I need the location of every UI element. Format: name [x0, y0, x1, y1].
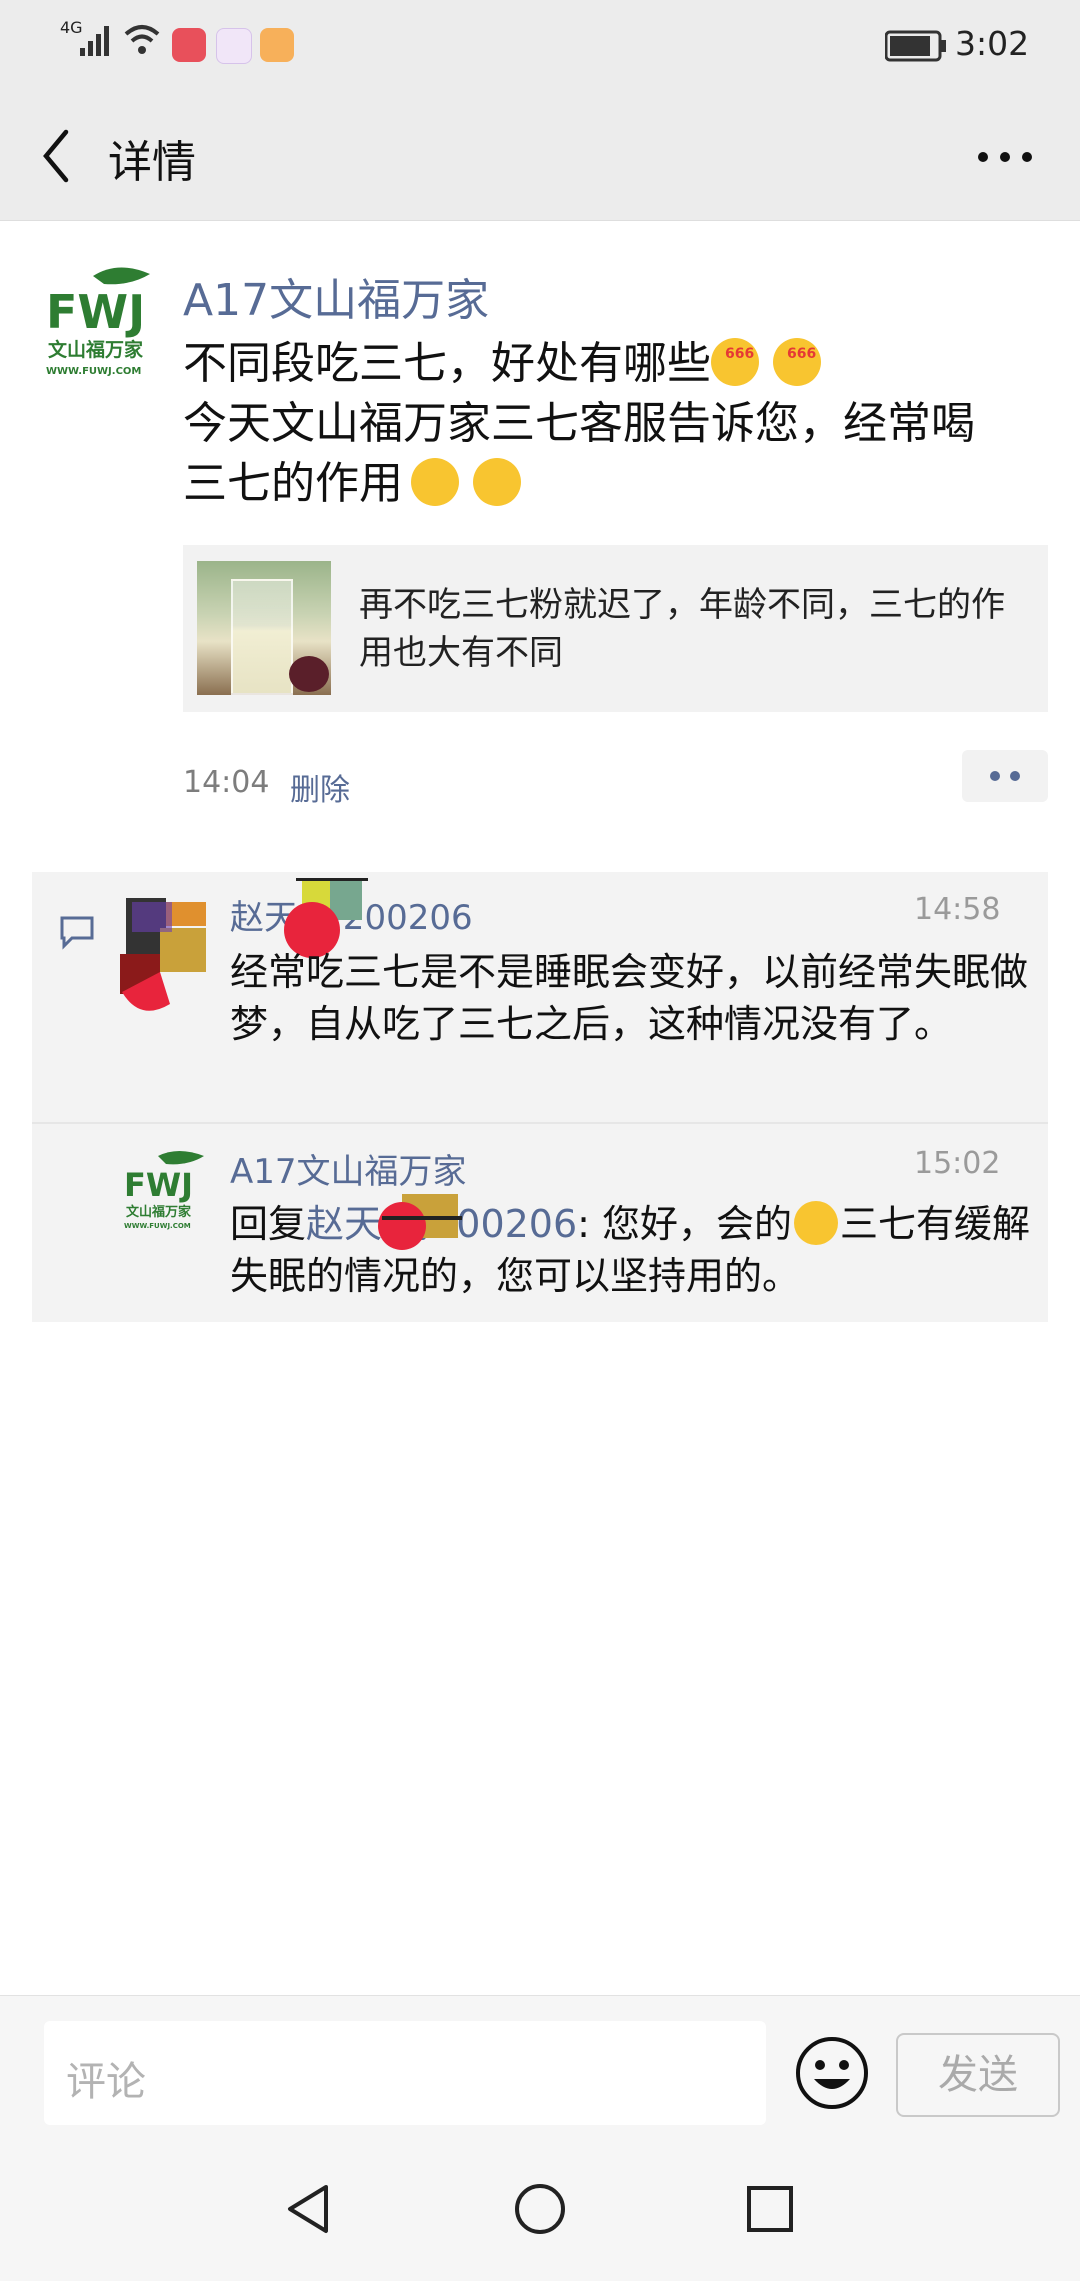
status-bar: 4G 3:02: [0, 0, 1080, 90]
logo-name: 文山福万家: [48, 338, 144, 361]
logo-site: WWW.FUWJ.COM: [46, 366, 141, 377]
article-title: 再不吃三七粉就迟了，年龄不同，三七的作用也大有不同: [359, 585, 1005, 673]
battery-icon: [885, 30, 946, 62]
comment-text: 经常吃三七是不是睡眠会变好，以前经常失眠做梦，自从吃了三七之后，这种情况没有了。: [230, 950, 1029, 1046]
reply-sep: : 您好，会的: [577, 1202, 793, 1246]
shared-article-card[interactable]: 再不吃三七粉就迟了，年龄不同，三七的作用也大有不同: [183, 545, 1048, 712]
title-bar: 详情: [0, 90, 1080, 221]
avatar-image: [120, 898, 206, 1011]
author-avatar[interactable]: FWJ 文山福万家 WWW.FUWJ.COM: [38, 262, 168, 392]
glass-of-drink: [231, 579, 293, 695]
comment-placeholder: 评论: [66, 2059, 146, 2105]
redaction-mark: [378, 1194, 462, 1250]
post-author-name[interactable]: A17文山福万家: [183, 264, 489, 328]
smile-emoji-icon: [794, 1201, 839, 1245]
notes-app-icon: [260, 28, 294, 62]
comments-section: 赵天 粉200206 14:58 经常吃三七是不是睡眠会变好，以前经常失眠做梦，…: [32, 872, 1048, 1322]
logo-name: 文山福万家: [126, 1204, 192, 1220]
comment-time: 14:58: [914, 892, 1001, 927]
nav-home-icon[interactable]: [512, 2181, 568, 2237]
page-title: 详情: [108, 137, 196, 188]
post-time: 14:04: [183, 765, 270, 800]
reply-prefix: 回复: [230, 1202, 307, 1246]
like-comment-button[interactable]: [962, 750, 1048, 802]
comment-input[interactable]: 评论: [44, 2021, 766, 2125]
logo-site: WWW.FUWJ.COM: [124, 1222, 191, 1230]
delete-link[interactable]: 删除: [290, 765, 350, 809]
post-line-2: 今天文山福万家三七客服告诉您，经常喝: [183, 398, 975, 449]
comment-divider: [32, 1122, 1048, 1124]
comment-icon: [60, 916, 94, 950]
emoji-picker-icon[interactable]: [792, 2033, 872, 2113]
post-line-1: 不同段吃三七，好处有哪些: [183, 338, 711, 389]
more-icon[interactable]: [975, 142, 1035, 172]
heart-eyes-emoji-icon: [473, 458, 521, 506]
logo-brand: FWJ: [124, 1166, 193, 1204]
fwj-logo: FWJ 文山福万家 WWW.FUWJ.COM: [46, 267, 150, 377]
clock: 3:02: [955, 24, 1030, 63]
emoji-666-icon: 666: [773, 338, 821, 386]
emoji-666-icon: 666: [711, 338, 759, 386]
article-thumbnail: [197, 561, 331, 695]
shopping-app-icon: [172, 28, 206, 62]
send-button[interactable]: 发送: [896, 2033, 1060, 2117]
signal-icon: [80, 26, 109, 56]
two-dots-icon: [990, 771, 1020, 781]
reply-author-name[interactable]: A17文山福万家: [230, 1144, 467, 1193]
music-app-icon: [216, 28, 252, 64]
fwj-logo-small: FWJ 文山福万家 WWW.FUWJ.COM: [124, 1151, 204, 1230]
reply-author-avatar[interactable]: FWJ 文山福万家 WWW.FUWJ.COM: [120, 1148, 210, 1238]
bottom-bar: 评论 发送: [0, 1995, 1080, 2281]
heart-eyes-emoji-icon: [411, 458, 459, 506]
wifi-icon: [124, 25, 160, 54]
reply-text: 回复赵天 粉200206: 您好，会的 三七有缓解失眠的情况的，您可以坚持用的。: [230, 1198, 1050, 1302]
logo-brand: FWJ: [46, 285, 145, 339]
post-line-3: 三七的作用: [183, 458, 403, 509]
commenter-avatar[interactable]: [120, 892, 210, 1012]
post-body: 不同段吃三七，好处有哪些 666 666 今天文山福万家三七客服告诉您，经常喝 三…: [183, 334, 1043, 514]
fruit: [289, 656, 329, 692]
nav-back-icon[interactable]: [282, 2181, 338, 2237]
reply-time: 15:02: [914, 1146, 1001, 1181]
back-icon[interactable]: [36, 126, 76, 186]
nav-recents-icon[interactable]: [742, 2181, 798, 2237]
